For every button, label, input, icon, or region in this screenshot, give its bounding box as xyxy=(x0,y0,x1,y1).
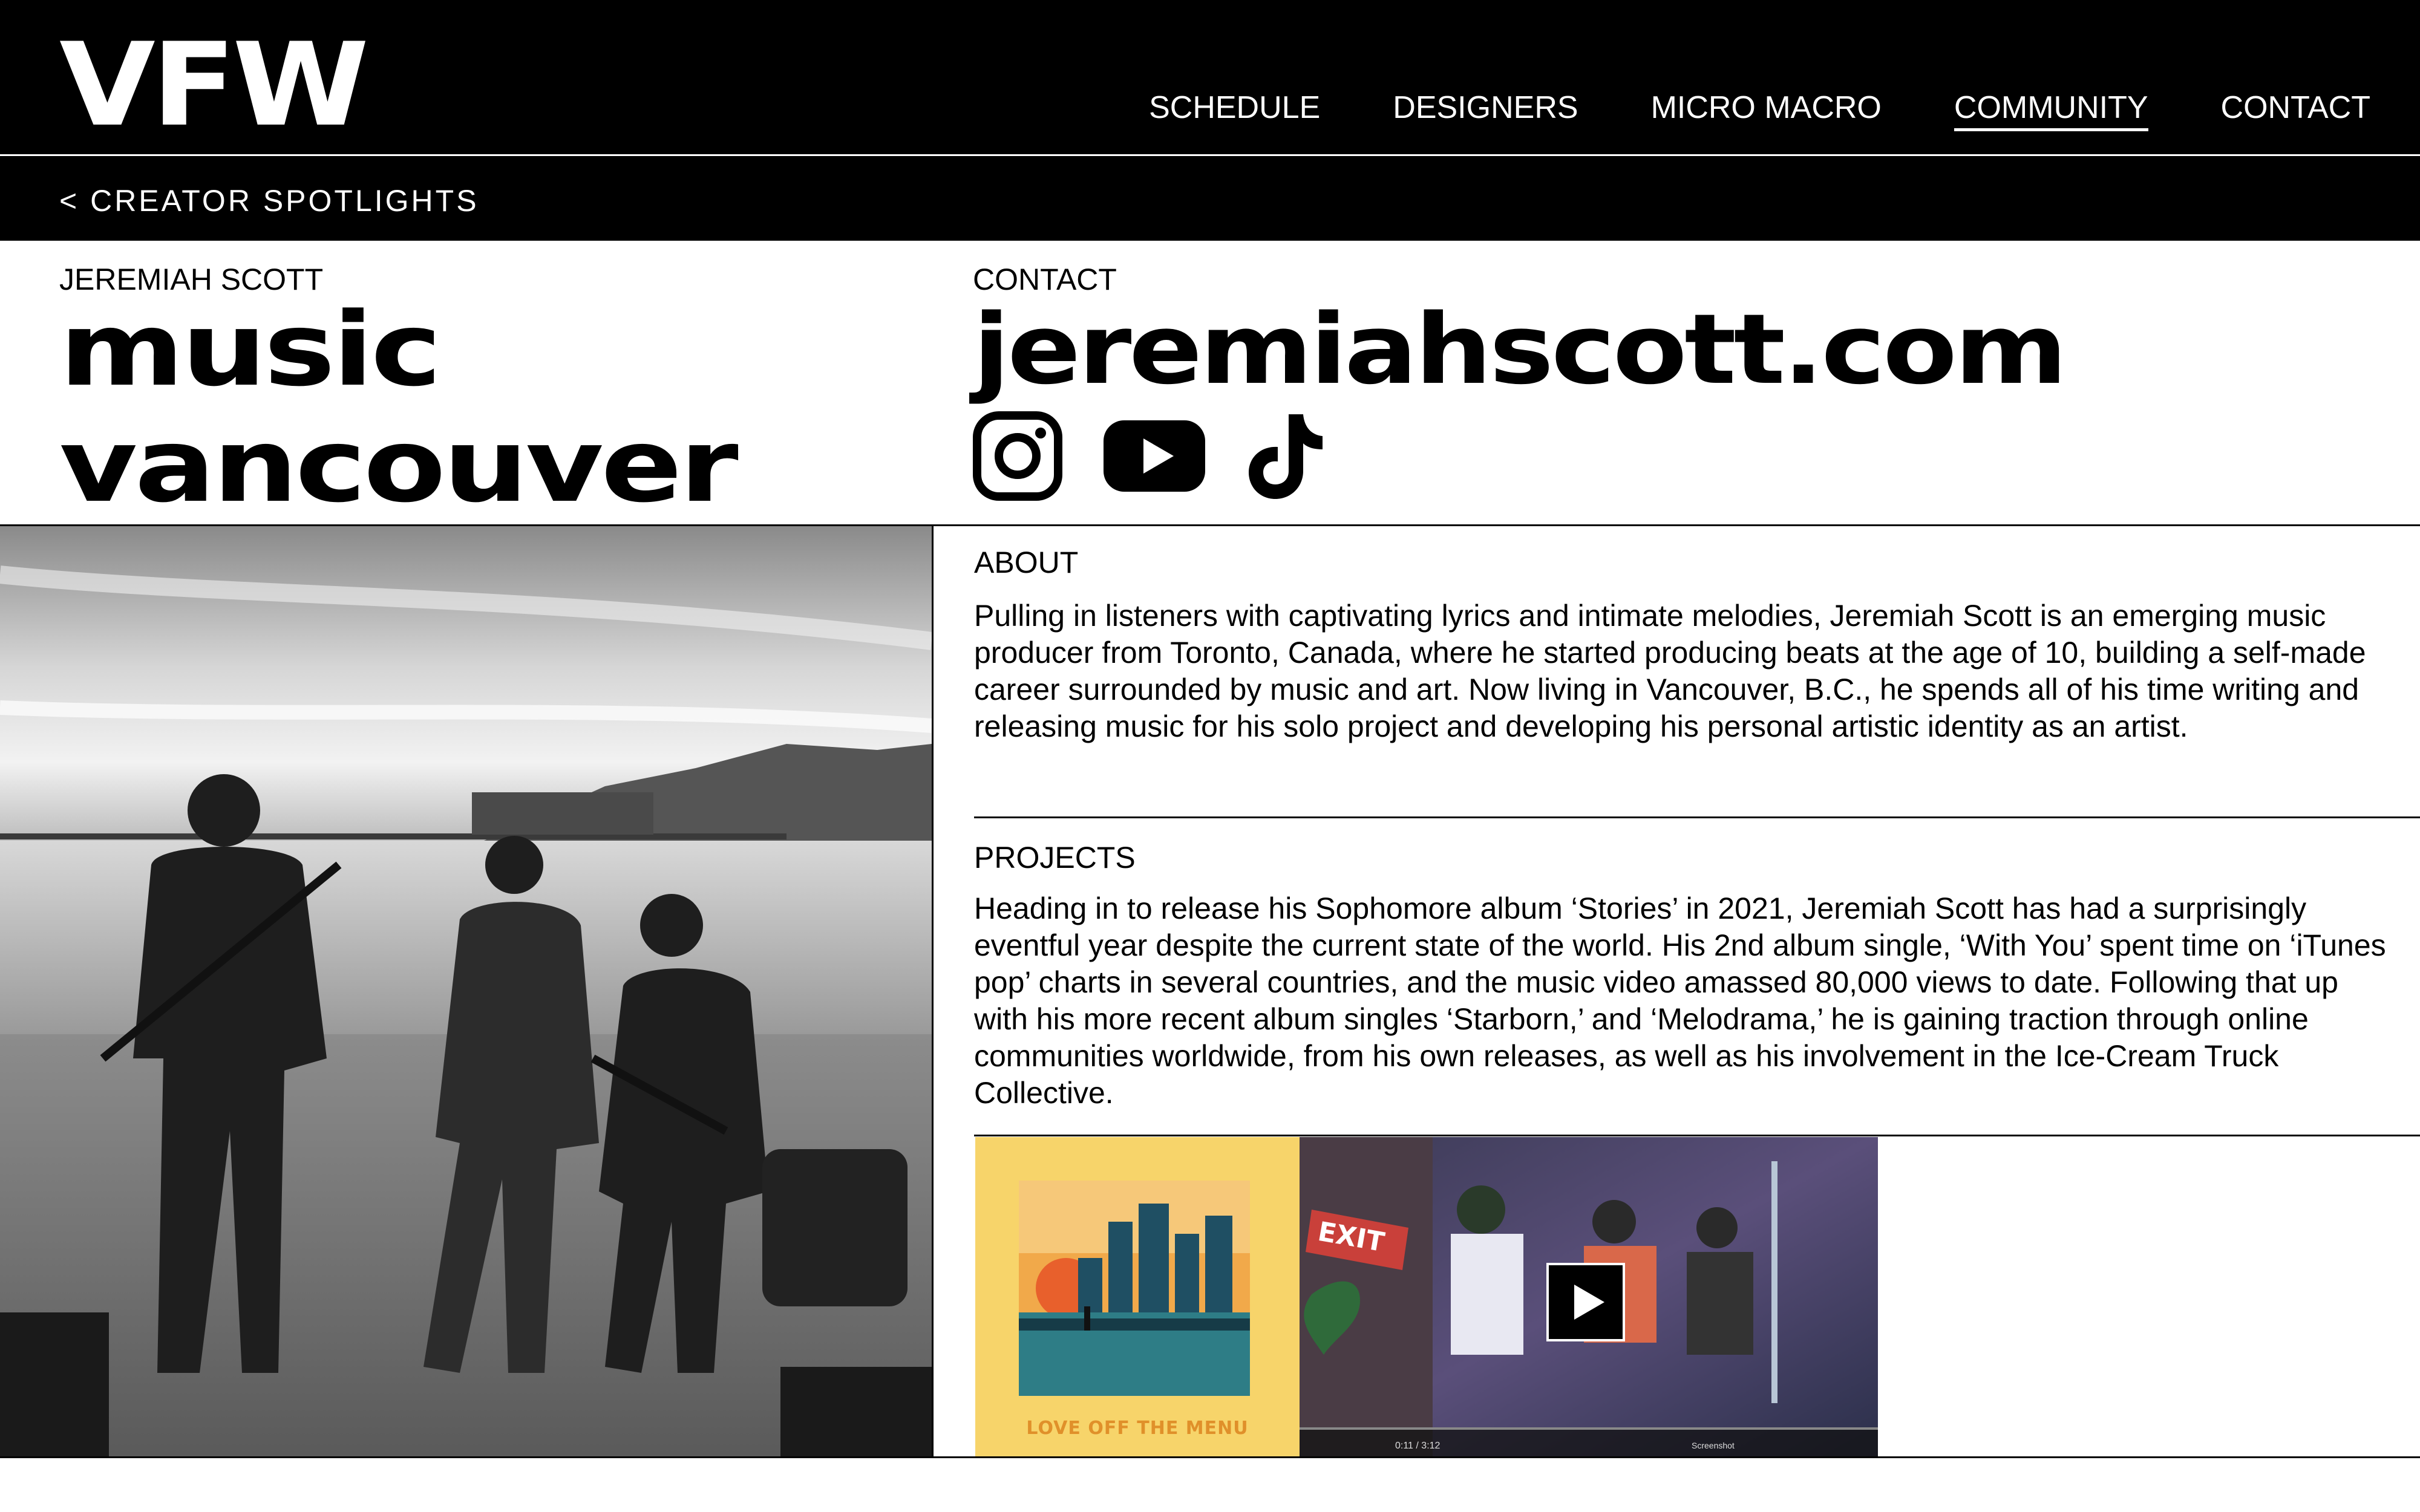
band-performance-photo xyxy=(0,526,932,1456)
about-title: ABOUT xyxy=(974,546,1079,579)
about-divider xyxy=(974,816,2420,818)
nav-designers[interactable]: DESIGNERS xyxy=(1393,90,1578,131)
site-logo[interactable]: VFW xyxy=(59,28,369,143)
play-button[interactable] xyxy=(1546,1263,1625,1341)
music-video-player[interactable]: EXIT 0:11 / 3:12 Screenshot xyxy=(1300,1137,1878,1456)
nav-schedule[interactable]: SCHEDULE xyxy=(1149,90,1320,131)
instagram-icon[interactable] xyxy=(973,411,1062,504)
site-header: VFW SCHEDULE DESIGNERS MICRO MACRO COMMU… xyxy=(0,0,2420,154)
video-timestamp: 0:11 / 3:12 xyxy=(1395,1441,1441,1451)
creator-discipline: music xyxy=(59,290,442,409)
sub-header: < CREATOR SPOTLIGHTS xyxy=(0,156,2420,241)
projects-divider xyxy=(974,1135,2420,1136)
tiktok-icon[interactable] xyxy=(1246,412,1325,503)
creator-city: vancouver xyxy=(59,406,739,525)
play-icon xyxy=(1574,1285,1604,1320)
about-text: Pulling in listeners with captivating ly… xyxy=(974,599,2366,743)
video-control-label: Screenshot xyxy=(1692,1441,1735,1450)
nav-community[interactable]: COMMUNITY xyxy=(1954,90,2148,131)
main-nav: SCHEDULE DESIGNERS MICRO MACRO COMMUNITY… xyxy=(1076,90,2370,131)
social-links xyxy=(973,411,1366,504)
nav-contact[interactable]: CONTACT xyxy=(2221,90,2370,131)
contact-label: CONTACT xyxy=(973,262,1117,296)
column-divider xyxy=(932,526,934,1458)
back-to-creator-spotlights-link[interactable]: < CREATOR SPOTLIGHTS xyxy=(59,183,479,219)
website-link[interactable]: jeremiahscott.com xyxy=(973,295,2067,404)
footer-divider xyxy=(0,1456,2420,1458)
projects-text: Heading in to release his Sophomore albu… xyxy=(974,891,2386,1110)
album-title: LOVE OFF THE MENU xyxy=(1026,1418,1249,1439)
album-cover[interactable]: LOVE OFF THE MENU xyxy=(975,1137,1300,1456)
projects-title: PROJECTS xyxy=(974,841,1136,875)
nav-micro-macro[interactable]: MICRO MACRO xyxy=(1651,90,1882,131)
youtube-icon[interactable] xyxy=(1104,420,1205,495)
